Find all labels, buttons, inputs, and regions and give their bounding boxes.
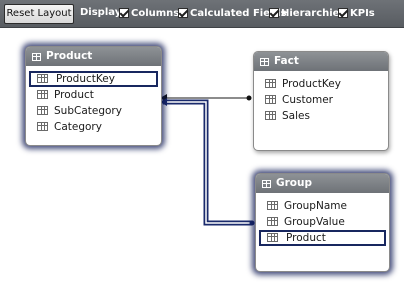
column-icon: [37, 74, 48, 83]
columns-option[interactable]: Columns: [119, 6, 179, 20]
column-icon: [37, 106, 48, 115]
hierarchies-label: Hierarchies: [281, 7, 346, 19]
relationship-endpoint-dot: [246, 95, 252, 101]
column-groupvalue[interactable]: GroupValue: [259, 214, 386, 230]
column-label: Customer: [282, 94, 334, 106]
column-label: ProductKey: [56, 73, 115, 85]
table-icon: [262, 179, 271, 188]
column-icon: [265, 95, 276, 104]
kpis-option[interactable]: KPIs: [338, 6, 375, 20]
calculated-fields-checkbox[interactable]: [178, 8, 188, 18]
column-sales[interactable]: Sales: [257, 108, 385, 124]
group-table[interactable]: Group GroupName GroupValue Product: [255, 173, 390, 272]
fact-table[interactable]: Fact ProductKey Customer Sales: [253, 51, 389, 151]
column-category[interactable]: Category: [29, 119, 158, 135]
columns-label: Columns: [131, 7, 180, 19]
table-icon: [32, 52, 41, 61]
fact-table-title: Fact: [274, 55, 299, 67]
fact-table-header[interactable]: Fact: [254, 52, 388, 71]
kpis-checkbox[interactable]: [338, 8, 348, 18]
column-productkey[interactable]: ProductKey: [29, 71, 158, 87]
column-icon: [267, 201, 278, 210]
product-table-title: Product: [46, 50, 93, 62]
diagram-canvas[interactable]: Product ProductKey Product SubCategory C…: [0, 28, 404, 285]
column-label: Category: [54, 121, 102, 133]
column-customer[interactable]: Customer: [257, 92, 385, 108]
column-icon: [37, 90, 48, 99]
table-icon: [260, 57, 269, 66]
hierarchies-checkbox[interactable]: [269, 8, 279, 18]
column-label: GroupValue: [284, 216, 345, 228]
kpis-label: KPIs: [350, 7, 375, 19]
column-product[interactable]: Product: [29, 87, 158, 103]
column-subcategory[interactable]: SubCategory: [29, 103, 158, 119]
column-icon: [267, 233, 278, 242]
hierarchies-option[interactable]: Hierarchies: [269, 6, 345, 20]
column-groupname[interactable]: GroupName: [259, 198, 386, 214]
column-label: Sales: [282, 110, 310, 122]
column-label: Product: [54, 89, 94, 101]
reset-layout-button[interactable]: Reset Layout: [4, 4, 74, 24]
product-table-header[interactable]: Product: [26, 47, 161, 66]
column-icon: [37, 122, 48, 131]
product-table[interactable]: Product ProductKey Product SubCategory C…: [25, 46, 162, 146]
toolbar: Reset Layout Display: Columns Calculated…: [0, 0, 404, 28]
column-product[interactable]: Product: [259, 230, 386, 246]
column-icon: [265, 79, 276, 88]
group-product-relationship-line[interactable]: [163, 99, 252, 226]
column-icon: [267, 217, 278, 226]
column-label: ProductKey: [282, 78, 341, 90]
column-label: Product: [286, 232, 326, 244]
column-icon: [265, 111, 276, 120]
column-label: GroupName: [284, 200, 347, 212]
group-table-title: Group: [276, 177, 313, 189]
relationship-endpoint-dot-selected: [249, 220, 255, 226]
group-table-header[interactable]: Group: [256, 174, 389, 193]
column-label: SubCategory: [54, 105, 122, 117]
column-productkey[interactable]: ProductKey: [257, 76, 385, 92]
columns-checkbox[interactable]: [119, 8, 129, 18]
